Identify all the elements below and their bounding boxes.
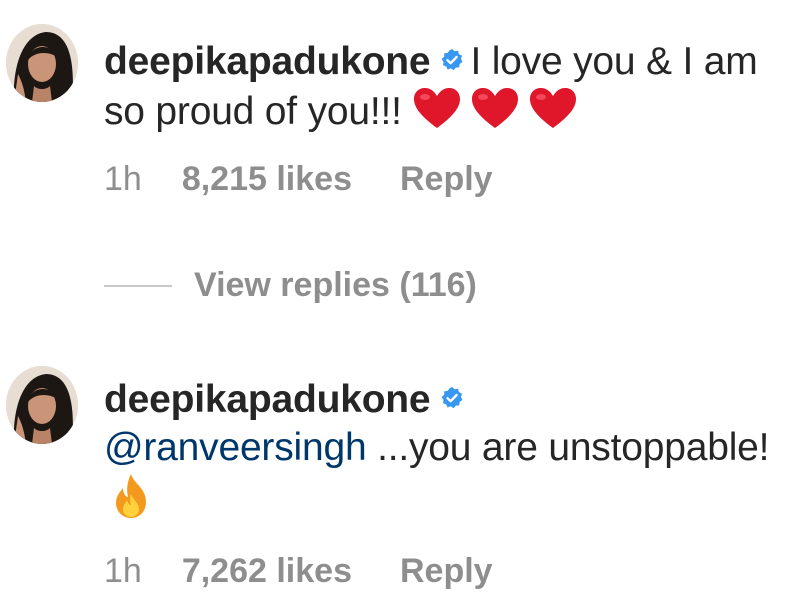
divider-line — [104, 284, 172, 287]
reply-button[interactable]: Reply — [400, 160, 493, 199]
comment-meta: 1h 7,262 likes Reply — [104, 552, 493, 591]
fire-icon — [110, 472, 152, 532]
reply-button[interactable]: Reply — [400, 552, 493, 591]
likes-count[interactable]: 7,262 likes — [182, 552, 352, 591]
view-replies-label: View replies (116) — [194, 266, 477, 304]
mention-link[interactable]: @ranveersingh — [104, 426, 367, 469]
verified-badge-icon — [440, 374, 464, 409]
view-replies-button[interactable]: View replies (116) — [104, 266, 477, 306]
timestamp: 1h — [104, 160, 142, 198]
avatar[interactable] — [6, 366, 78, 444]
timestamp: 1h — [104, 552, 142, 590]
heart-icon — [470, 86, 520, 142]
username[interactable]: deepikapadukone — [104, 40, 431, 83]
comment-text: ...you are unstoppable! — [366, 426, 770, 469]
verified-badge-icon — [440, 36, 464, 71]
heart-icon — [528, 86, 578, 142]
avatar[interactable] — [6, 24, 78, 102]
comment-meta: 1h 8,215 likes Reply — [104, 160, 493, 199]
heart-icon — [412, 86, 462, 142]
likes-count[interactable]: 8,215 likes — [182, 160, 352, 199]
username[interactable]: deepikapadukone — [104, 378, 431, 421]
comment-body: deepikapadukone I love you & I am so prou… — [104, 36, 794, 142]
comment-body: deepikapadukone @ranveersingh ...you are … — [104, 374, 794, 532]
